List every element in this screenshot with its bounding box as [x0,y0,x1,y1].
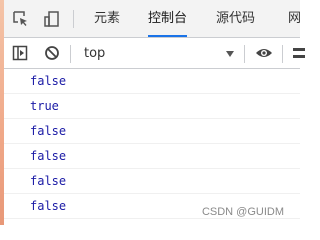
toolbar-divider [244,45,245,63]
tab-console[interactable]: 控制台 [148,0,188,37]
console-log-row: false [4,144,300,169]
console-log-row: true [4,94,300,119]
inspect-element-icon[interactable] [11,9,31,29]
toolbar-divider [70,45,71,63]
console-toolbar: top [4,38,305,69]
tab-elements[interactable]: 元素 [94,0,120,37]
console-log-row: false [4,169,300,194]
device-toolbar-icon[interactable] [42,9,62,29]
console-output: false true false false false false [4,69,300,225]
console-log-row: false [4,69,300,94]
clear-console-icon[interactable] [42,43,62,63]
live-expression-eye-icon[interactable] [254,43,274,63]
toolbar-divider [73,10,74,28]
context-selector[interactable]: top [84,46,105,61]
chevron-down-icon[interactable] [226,51,234,57]
tab-network[interactable]: 网 [288,0,301,37]
watermark: CSDN @GUIDM [201,206,284,218]
sidebar-toggle-icon[interactable] [10,43,30,63]
console-log-row: false [4,119,300,144]
settings-icon[interactable] [288,43,308,63]
devtools-tab-bar: 元素 控制台 源代码 网 [4,0,301,38]
toolbar-divider [282,45,283,63]
tab-sources[interactable]: 源代码 [216,0,255,37]
